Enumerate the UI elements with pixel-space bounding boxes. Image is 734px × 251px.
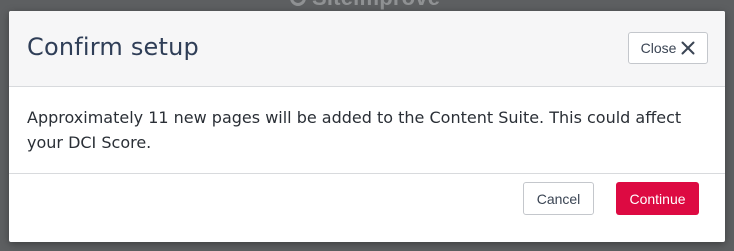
- close-button-label: Close: [640, 40, 677, 56]
- background-logo: Siteimprove: [290, 0, 440, 11]
- close-icon: [681, 41, 695, 55]
- close-button[interactable]: Close: [628, 32, 708, 64]
- siteimprove-logo-icon: [290, 0, 306, 6]
- dialog-header: Confirm setup Close: [9, 11, 725, 87]
- dialog-title: Confirm setup: [27, 33, 199, 61]
- background-logo-text: Siteimprove: [312, 0, 440, 11]
- continue-button[interactable]: Continue: [616, 182, 699, 215]
- cancel-button[interactable]: Cancel: [523, 182, 594, 215]
- dialog-message: Approximately 11 new pages will be added…: [27, 108, 682, 152]
